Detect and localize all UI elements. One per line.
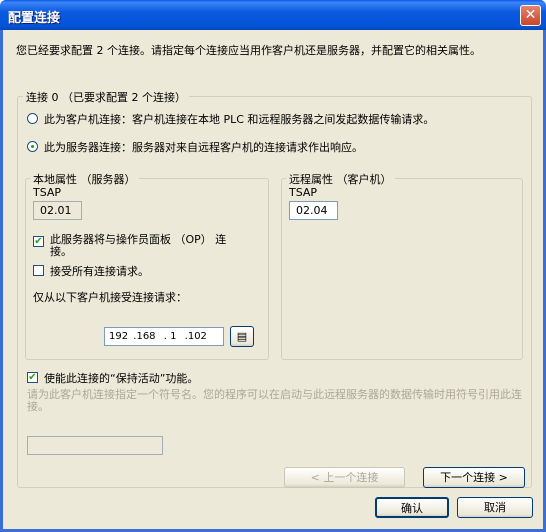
server-connection-label[interactable]: 此为服务器连接：服务器对来自远程客户机的连接请求作出响应。 [44,139,363,155]
client-connection-radio[interactable] [27,113,38,124]
symbol-name-field [27,436,163,455]
window-title: 配置连接 [8,11,61,26]
remote-tsap-label: TSAP [289,186,318,199]
ip-octet-1[interactable]: 192 [109,331,128,342]
keepalive-checkbox[interactable]: ✔ [27,372,38,383]
address-book-icon: ▤ [236,330,248,343]
local-tsap-field: 02.01 [33,201,82,220]
local-properties-legend: 本地属性 （服务器） [30,171,139,187]
dialog-body: 您已经要求配置 2 个连接。请指定每个连接应当用作客户机还是服务器，并配置它的相… [3,30,543,529]
address-book-button[interactable]: ▤ [230,326,254,347]
server-connection-radio[interactable] [27,141,38,152]
client-connection-label[interactable]: 此为客户机连接：客户机连接在本地 PLC 和远程服务器之间发起数据传输请求。 [44,111,434,127]
dialog-window: 配置连接 ✕ 您已经要求配置 2 个连接。请指定每个连接应当用作客户机还是服务器… [0,0,546,532]
local-tsap-label: TSAP [33,186,62,199]
next-connection-button[interactable]: 下一个连接 > [423,467,525,488]
accept-all-label[interactable]: 接受所有连接请求。 [50,263,149,279]
accept-all-checkbox[interactable] [33,265,44,276]
remote-properties-legend: 远程属性 （客户机） [286,171,395,187]
connection-group: 连接 0 （已要求配置 2 个连接） 此为客户机连接：客户机连接在本地 PLC … [17,89,532,488]
ip-octet-2[interactable]: .168 [133,331,155,342]
only-accept-label: 仅从以下客户机接受连接请求： [33,291,187,304]
op-panel-label[interactable]: 此服务器将与操作员面板 （OP） 连接。 [50,234,240,258]
prev-connection-button[interactable]: < 上一个连接 [284,467,405,488]
close-button[interactable]: ✕ [520,5,541,26]
remote-properties-group: 远程属性 （客户机） TSAP 02.04 [281,171,523,360]
keepalive-label[interactable]: 使能此连接的“保持活动”功能。 [44,370,198,386]
intro-text: 您已经要求配置 2 个连接。请指定每个连接应当用作客户机还是服务器，并配置它的相… [16,44,481,57]
close-icon: ✕ [524,7,537,23]
remote-tsap-field[interactable]: 02.04 [289,201,338,220]
client-ip-field[interactable]: 192 .168 . 1 .102 [104,327,224,346]
ok-button[interactable]: 确认 [375,497,449,518]
symbol-hint: 请为此客户机连接指定一个符号名。您的程序可以在启动与此远程服务器的数据传输时用符… [27,388,522,413]
title-bar[interactable]: 配置连接 ✕ [0,0,546,30]
cancel-button[interactable]: 取消 [457,497,533,518]
ip-octet-3[interactable]: . 1 [164,331,177,342]
op-panel-checkbox[interactable]: ✔ [33,236,44,247]
connection-group-legend: 连接 0 （已要求配置 2 个连接） [23,89,189,105]
ip-octet-4[interactable]: .102 [185,331,207,342]
local-properties-group: 本地属性 （服务器） TSAP 02.01 ✔ 此服务器将与操作员面板 （OP）… [25,171,269,360]
